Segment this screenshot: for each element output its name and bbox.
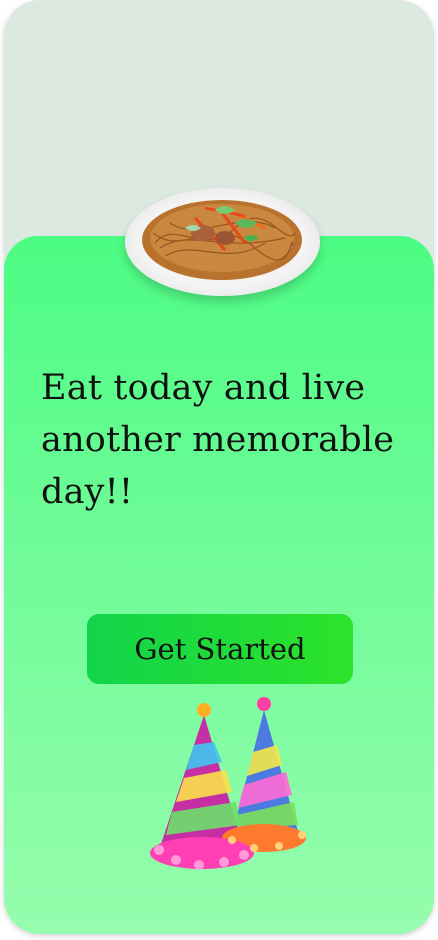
noodle-plate-image — [125, 188, 320, 296]
phone-screen: Eat today and live another memorable day… — [4, 0, 434, 934]
party-hats-image — [114, 690, 324, 880]
headline: Eat today and live another memorable day… — [41, 368, 395, 512]
get-started-button[interactable]: Get Started — [87, 614, 353, 684]
